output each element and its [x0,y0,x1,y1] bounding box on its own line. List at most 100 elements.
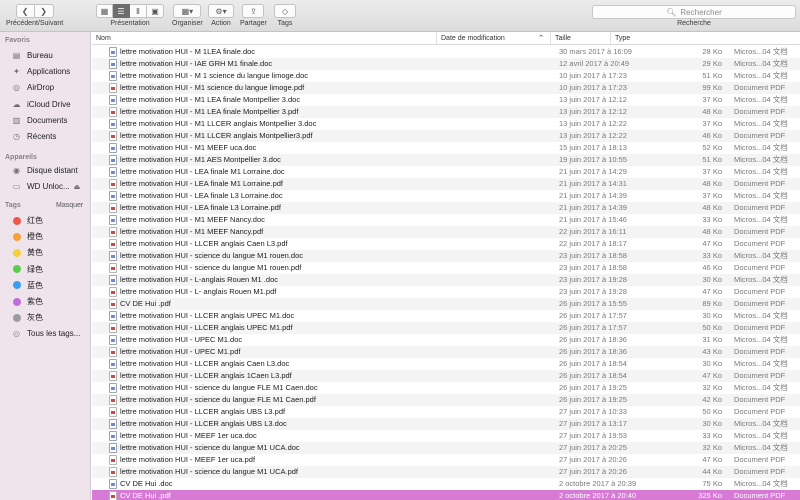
forward-button[interactable]: ❯ [34,4,54,18]
file-row[interactable]: lettre motivation HUI - LEA finale M1 Lo… [92,166,800,178]
sidebar-item-disc[interactable]: ◉ Disque distant [0,163,91,178]
tags-button[interactable]: ◇ [274,4,296,18]
file-kind: Document PDF [734,395,786,404]
column-header-date-label: Date de modification [441,35,505,42]
sidebar-tag-item[interactable]: 灰色 [0,310,91,325]
finder-toolbar: ❮ ❯ Précédent/Suivant ▦ ☰ Ⅱ ▣ Présentati… [0,0,800,32]
doc-file-icon [109,419,117,429]
file-row[interactable]: lettre motivation HUI - science du langu… [92,394,800,406]
sidebar-tag-item[interactable]: 红色 [0,213,91,228]
file-size: 47 Ko [702,287,722,296]
file-name: lettre motivation HUI - LEA finale L3 Lo… [120,191,283,200]
file-row[interactable]: lettre motivation HUI - UPEC M1.doc 26 ju… [92,334,800,346]
sidebar-item-airdrop[interactable]: ◎ AirDrop [0,80,91,95]
file-kind: Micros...04 文档 [734,359,788,368]
file-kind: Micros...04 文档 [734,443,788,452]
back-button[interactable]: ❮ [15,4,35,18]
list-header: Nom Date de modification ⌃ Taille Type [92,32,800,45]
action-button[interactable]: ⚙ ▾ [208,4,234,18]
hide-tags-link[interactable]: Masquer [56,202,83,209]
column-header-name[interactable]: Nom [92,32,436,45]
file-row[interactable]: lettre motivation HUI - M1 LEA finale Mo… [92,106,800,118]
file-row[interactable]: lettre motivation HUI - M1 LLCER anglais… [92,118,800,130]
file-name: lettre motivation HUI - LEA finale L3 Lo… [120,203,281,212]
icon-view-button[interactable]: ▦ [96,4,113,18]
column-header-size[interactable]: Taille [550,32,610,45]
file-row[interactable]: lettre motivation HUI - M1 MEEF Nancy.do… [92,214,800,226]
sidebar-tag-item[interactable]: 橙色 [0,229,91,244]
file-row[interactable]: lettre motivation HUI - LEA finale L3 Lo… [92,190,800,202]
file-row[interactable]: lettre motivation HUI - MEEF 1er uca.pdf… [92,454,800,466]
column-view-button[interactable]: Ⅱ [130,4,147,18]
pdf-file-icon [109,83,117,93]
sidebar-item-drive[interactable]: ▭ WD Unloc... ⏏ [0,179,91,194]
file-row[interactable]: lettre motivation HUI - M1 AES Montpelli… [92,154,800,166]
sidebar-tag-label: 黄色 [27,248,43,258]
share-button[interactable]: ⇪ [242,4,265,18]
file-kind: Micros...04 文档 [734,431,788,440]
file-row[interactable]: CV DE Hui .pdf 26 juin 2017 à 15:55 89 Ko D… [92,298,800,310]
list-view-button[interactable]: ☰ [113,4,130,18]
file-size: 44 Ko [702,467,722,476]
column-header-date[interactable]: Date de modification ⌃ [436,32,550,45]
file-date: 26 juin 2017 à 17:57 [559,311,627,320]
sidebar-item-cloud[interactable]: ☁ iCloud Drive [0,97,91,112]
eject-icon[interactable]: ⏏ [74,183,81,191]
sidebar-tag-item[interactable]: 绿色 [0,262,91,277]
sidebar-tag-item[interactable]: ◎ Tous les tags... [0,326,91,341]
search-icon: 🔍︎ [666,7,677,17]
file-row[interactable]: lettre motivation HUI - LLCER anglais UP… [92,322,800,334]
file-row[interactable]: lettre motivation HUI - LLCER anglais 1C… [92,370,800,382]
sidebar-item-label: Disque distant [27,166,78,175]
file-row[interactable]: lettre motivation HUI - M1 LEA finale Mo… [92,94,800,106]
file-date: 27 juin 2017 à 20:26 [559,455,627,464]
file-row[interactable]: lettre motivation HUI - LLCER anglais Ca… [92,238,800,250]
file-row[interactable]: lettre motivation HUI - L- anglais Rouen… [92,286,800,298]
file-row[interactable]: lettre motivation HUI - science du langu… [92,466,800,478]
file-row[interactable]: lettre motivation HUI - M 1 science du l… [92,70,800,82]
share-label: Partager [240,20,267,27]
file-row[interactable]: lettre motivation HUI - M1 LLCER anglais… [92,130,800,142]
file-row[interactable]: lettre motivation HUI - M1 science du la… [92,82,800,94]
sidebar-item-documents[interactable]: ▥ Documents [0,113,91,128]
sidebar-tag-item[interactable]: 黄色 [0,245,91,260]
file-date: 21 juin 2017 à 14:39 [559,191,627,200]
gallery-view-button[interactable]: ▣ [147,4,164,18]
file-row[interactable]: lettre motivation HUI - science du langu… [92,250,800,262]
sidebar-item-desktop[interactable]: ▤ Bureau [0,48,91,63]
pdf-file-icon [109,371,117,381]
file-row[interactable]: lettre motivation HUI - IAE GRH M1 final… [92,58,800,70]
sidebar-item-label: AirDrop [27,83,55,93]
file-row[interactable]: lettre motivation HUI - LEA finale L3 Lo… [92,202,800,214]
file-name: lettre motivation HUI - science du langu… [120,263,302,272]
file-name: lettre motivation HUI - M 1 science du l… [120,71,309,80]
sidebar-item-applications[interactable]: ✦ Applications [0,64,91,79]
sidebar-item-recents[interactable]: ◷ Récents [0,129,91,144]
file-row[interactable]: lettre motivation HUI - science du langu… [92,442,800,454]
file-row[interactable]: CV DE Hui .doc 2 octobre 2017 à 20:39 75 K… [92,478,800,490]
file-row[interactable]: lettre motivation HUI - LLCER anglais UB… [92,406,800,418]
file-kind: Document PDF [734,83,786,92]
file-row[interactable]: lettre motivation HUI - LLCER anglais Ca… [92,358,800,370]
file-row[interactable]: lettre motivation HUI - LLCER anglais UP… [92,310,800,322]
arrange-button[interactable]: ▦ ▾ [173,4,202,18]
file-row[interactable]: lettre motivation HUI - M1 MEEF uca.doc 1… [92,142,800,154]
file-row[interactable]: CV DE Hui .pdf 2 octobre 2017 à 20:40 325 … [92,490,800,500]
file-size: 46 Ko [702,263,722,272]
tag-dot-icon [11,296,22,307]
search-input[interactable]: 🔍︎ Rechercher [592,5,796,19]
file-row[interactable]: lettre motivation HUI - MEEF 1er uca.doc… [92,430,800,442]
file-row[interactable]: lettre motivation HUI - LLCER anglais UB… [92,418,800,430]
column-header-kind[interactable]: Type [610,32,800,45]
file-row[interactable]: lettre motivation HUI - UPEC M1.pdf 26 ju… [92,346,800,358]
file-row[interactable]: lettre motivation HUI - science du langu… [92,382,800,394]
file-row[interactable]: lettre motivation HUI - LEA finale M1 Lo… [92,178,800,190]
sidebar-tag-item[interactable]: 紫色 [0,294,91,309]
file-row[interactable]: lettre motivation HUI - M1 MEEF Nancy.pd… [92,226,800,238]
sidebar-tag-item[interactable]: 蓝色 [0,278,91,293]
sidebar-item-label: WD Unloc... [27,182,70,191]
file-row[interactable]: lettre motivation HUI - L-anglais Rouen … [92,274,800,286]
file-row[interactable]: lettre motivation HUI - science du langu… [92,262,800,274]
file-row[interactable]: lettre motivation HUI - M 1LEA finale.do… [92,46,800,58]
file-name: lettre motivation HUI - M1 science du la… [120,83,305,92]
